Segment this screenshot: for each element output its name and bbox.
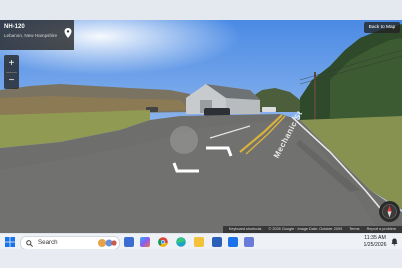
snipping-tool-icon[interactable] [244, 237, 254, 247]
folder-icon[interactable] [194, 237, 204, 247]
search-icon [26, 240, 33, 247]
location-card: NH-120 Lebanon, New Hampshire [0, 20, 74, 50]
clock-time: 11:35 AM [364, 235, 386, 241]
street-scene [0, 20, 402, 233]
location-title: NH-120 [4, 24, 25, 30]
zoom-out-button[interactable]: − [4, 72, 19, 89]
report-problem-link[interactable]: Report a problem [367, 227, 396, 231]
back-to-map-button[interactable]: Back to Map [364, 22, 400, 33]
copyright-text: © 2026 Google · Image Date: October 2009 [268, 227, 343, 231]
browser-top-strip [0, 0, 402, 20]
zoom-in-button[interactable]: + [4, 55, 19, 72]
keyboard-shortcuts-link[interactable]: Keyboard shortcuts [229, 227, 262, 231]
taskbar: Search 11:35 AM 1/25/2026 [0, 233, 402, 250]
file-explorer-icon[interactable] [124, 237, 134, 247]
notification-bell-icon[interactable] [391, 238, 398, 246]
backward-arrow-icon[interactable] [170, 161, 202, 175]
search-highlight-icon [98, 239, 117, 247]
search-label: Search [38, 239, 58, 246]
taskbar-search-box[interactable]: Search [20, 236, 120, 250]
forward-arrow-icon[interactable] [202, 145, 234, 159]
screen-bottom-margin [0, 249, 402, 268]
zoom-divider [6, 72, 17, 73]
street-view-panorama[interactable]: Mechanic St NH-120 Lebanon, New Hampshir… [0, 20, 402, 233]
chrome-icon[interactable] [158, 237, 168, 247]
location-subtitle: Lebanon, New Hampshire [4, 33, 58, 38]
word-icon[interactable] [212, 237, 222, 247]
compass-widget[interactable] [379, 201, 400, 222]
outlook-icon[interactable] [228, 237, 238, 247]
terms-link[interactable]: Terms [349, 227, 359, 231]
edge-icon[interactable] [176, 237, 186, 247]
copilot-icon[interactable] [140, 237, 150, 247]
compass-icon [382, 204, 397, 219]
windows-start-icon[interactable] [5, 237, 15, 247]
clock-date: 1/25/2026 [363, 241, 387, 248]
system-clock[interactable]: 11:35 AM 1/25/2026 [362, 235, 388, 248]
map-pin-icon[interactable] [64, 28, 72, 38]
map-footer: Keyboard shortcuts © 2026 Google · Image… [222, 226, 402, 233]
zoom-control: + − [4, 55, 19, 89]
